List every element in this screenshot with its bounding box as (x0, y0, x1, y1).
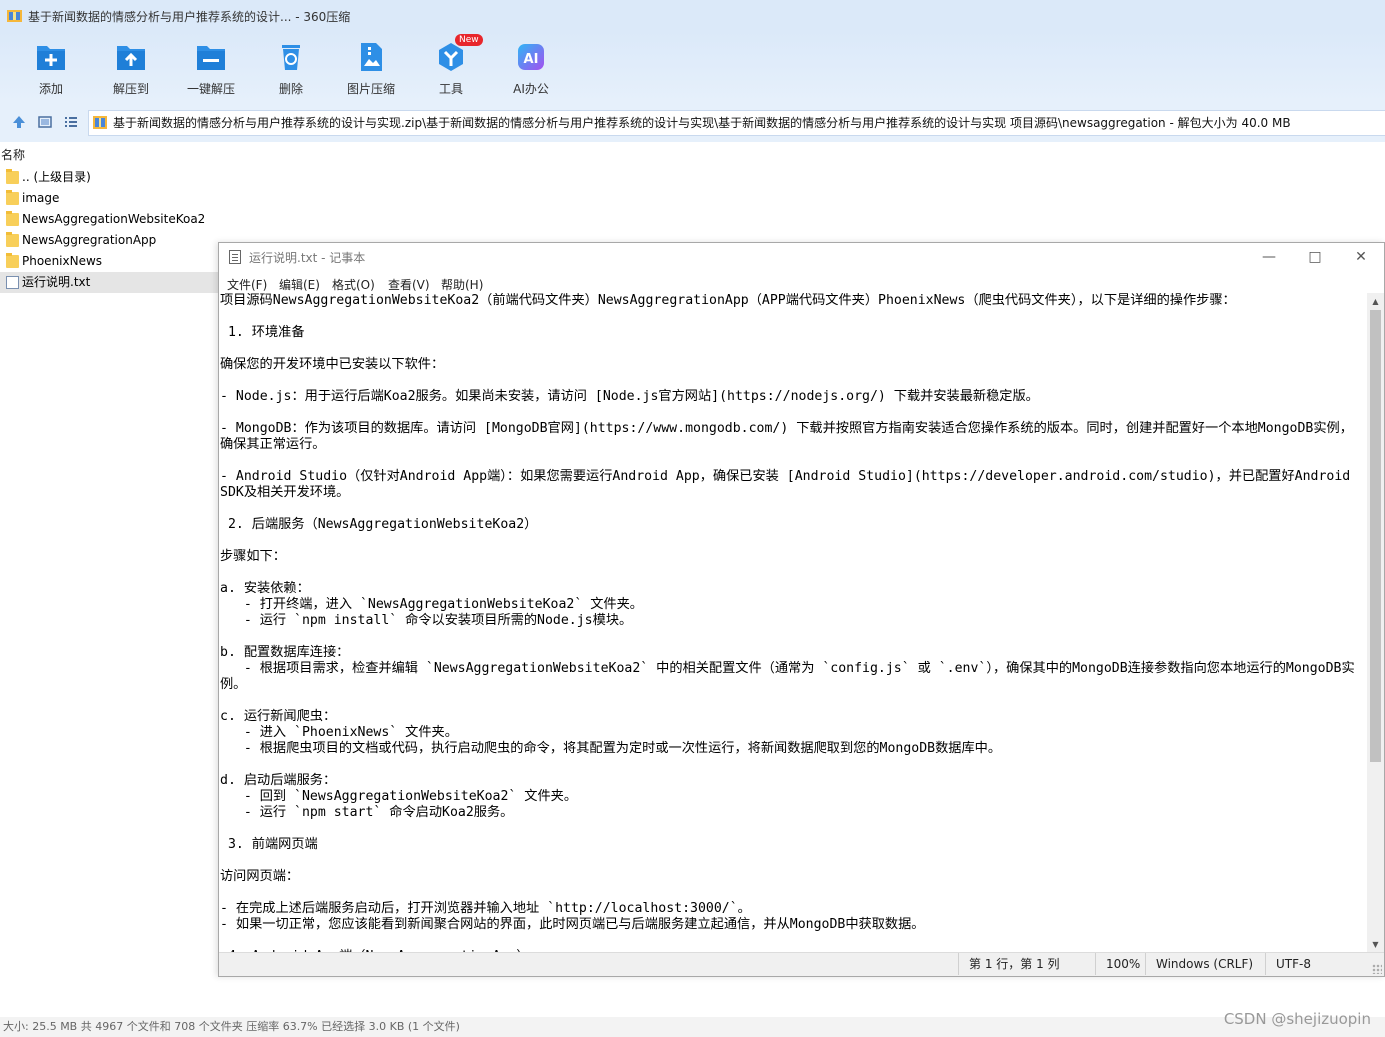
menu-file[interactable]: 文件(F) (227, 276, 267, 293)
one-click-extract-icon (197, 46, 225, 70)
extract-to-button[interactable]: 解压到 (91, 36, 171, 100)
notepad-title-bar: 运行说明.txt - 记事本 — □ ✕ (219, 243, 1384, 273)
menu-format[interactable]: 格式(O) (332, 276, 375, 293)
image-compress-button[interactable]: 图片压缩 (331, 36, 411, 100)
up-arrow-icon[interactable] (11, 114, 27, 130)
menu-help[interactable]: 帮助(H) (441, 276, 483, 293)
maximize-button[interactable]: □ (1292, 243, 1338, 273)
cursor-position: 第 1 行，第 1 列 (958, 953, 1060, 975)
list-item-readme-txt[interactable]: 运行说明.txt (0, 272, 218, 293)
column-header-name[interactable]: 名称 (0, 146, 1385, 164)
status-bar: 大小: 25.5 MB 共 4967 个文件和 708 个文件夹 压缩率 63.… (0, 1010, 1385, 1037)
minimize-button[interactable]: — (1246, 243, 1292, 273)
zip-file-icon (93, 116, 107, 129)
folder-icon (6, 190, 19, 205)
notepad-window: 运行说明.txt - 记事本 — □ ✕ 文件(F) 编辑(E) 格式(O) 查… (218, 242, 1385, 977)
vertical-scrollbar[interactable]: ▲ ▼ (1367, 293, 1384, 953)
encoding: UTF-8 (1265, 953, 1311, 975)
folder-icon (6, 211, 19, 226)
scroll-down-icon[interactable]: ▼ (1367, 936, 1384, 953)
notepad-content: 项目源码NewsAggregationWebsiteKoa2（前端代码文件夹）N… (220, 293, 1355, 953)
add-button[interactable]: 添加 (11, 36, 91, 100)
file-list: .. (上级目录) image NewsAggregationWebsiteKo… (0, 167, 218, 293)
delete-button[interactable]: 删除 (251, 36, 331, 100)
folder-icon (6, 169, 19, 184)
tools-button[interactable]: New 工具 (411, 34, 491, 100)
delete-icon (282, 45, 300, 70)
add-icon (37, 46, 65, 70)
image-compress-icon (361, 43, 382, 71)
list-item-phoenixnews[interactable]: PhoenixNews (0, 251, 218, 272)
address-path: 基于新闻数据的情感分析与用户推荐系统的设计与实现.zip\基于新闻数据的情感分析… (113, 116, 1291, 130)
folder-icon (6, 232, 19, 247)
ai-office-button[interactable]: AI AI办公 (491, 36, 571, 100)
menu-edit[interactable]: 编辑(E) (279, 276, 320, 293)
list-item-image[interactable]: image (0, 188, 218, 209)
extract-to-icon (117, 46, 145, 70)
notepad-status-bar: 第 1 行，第 1 列 100% Windows (CRLF) UTF-8 (219, 952, 1384, 976)
menu-view[interactable]: 查看(V) (388, 276, 430, 293)
list-view-icon[interactable] (63, 114, 79, 130)
list-item-newsaggregationwebsitekoa2[interactable]: NewsAggregationWebsiteKoa2 (0, 209, 218, 230)
one-click-extract-button[interactable]: 一键解压 (171, 36, 251, 100)
list-item-newsaggregrationapp[interactable]: NewsAggregrationApp (0, 230, 218, 251)
address-row: 基于新闻数据的情感分析与用户推荐系统的设计与实现.zip\基于新闻数据的情感分析… (0, 102, 1385, 142)
notepad-title: 运行说明.txt - 记事本 (249, 251, 366, 265)
window-title: 基于新闻数据的情感分析与用户推荐系统的设计... - 360压缩 (28, 10, 351, 24)
notepad-icon (229, 250, 241, 264)
thumbnail-view-icon[interactable] (37, 114, 53, 130)
resize-grip[interactable] (1372, 964, 1382, 974)
address-bar[interactable]: 基于新闻数据的情感分析与用户推荐系统的设计与实现.zip\基于新闻数据的情感分析… (88, 110, 1385, 136)
notepad-text-area[interactable]: 项目源码NewsAggregationWebsiteKoa2（前端代码文件夹）N… (219, 293, 1366, 953)
svg-text:AI: AI (524, 52, 539, 67)
notepad-menu-bar: 文件(F) 编辑(E) 格式(O) 查看(V) 帮助(H) (219, 273, 1384, 293)
archive-app-icon (7, 10, 22, 22)
status-text: 大小: 25.5 MB 共 4967 个文件和 708 个文件夹 压缩率 63.… (3, 1020, 460, 1033)
list-item-parent-dir[interactable]: .. (上级目录) (0, 167, 218, 188)
close-button[interactable]: ✕ (1338, 243, 1384, 273)
folder-icon (6, 253, 19, 268)
ai-office-icon: AI (518, 44, 544, 70)
zoom-level: 100% (1095, 953, 1140, 975)
scroll-thumb[interactable] (1370, 310, 1381, 762)
toolbar: 添加 解压到 一键解压 删除 图片压缩 New 工具 AI AI办公 (0, 32, 1385, 102)
watermark: CSDN @shejizuopin (1223, 1010, 1371, 1028)
scroll-up-icon[interactable]: ▲ (1367, 293, 1384, 310)
title-bar: 基于新闻数据的情感分析与用户推荐系统的设计... - 360压缩 (0, 0, 1385, 32)
line-ending: Windows (CRLF) (1145, 953, 1253, 975)
new-badge: New (455, 34, 483, 46)
text-file-icon (6, 276, 19, 289)
